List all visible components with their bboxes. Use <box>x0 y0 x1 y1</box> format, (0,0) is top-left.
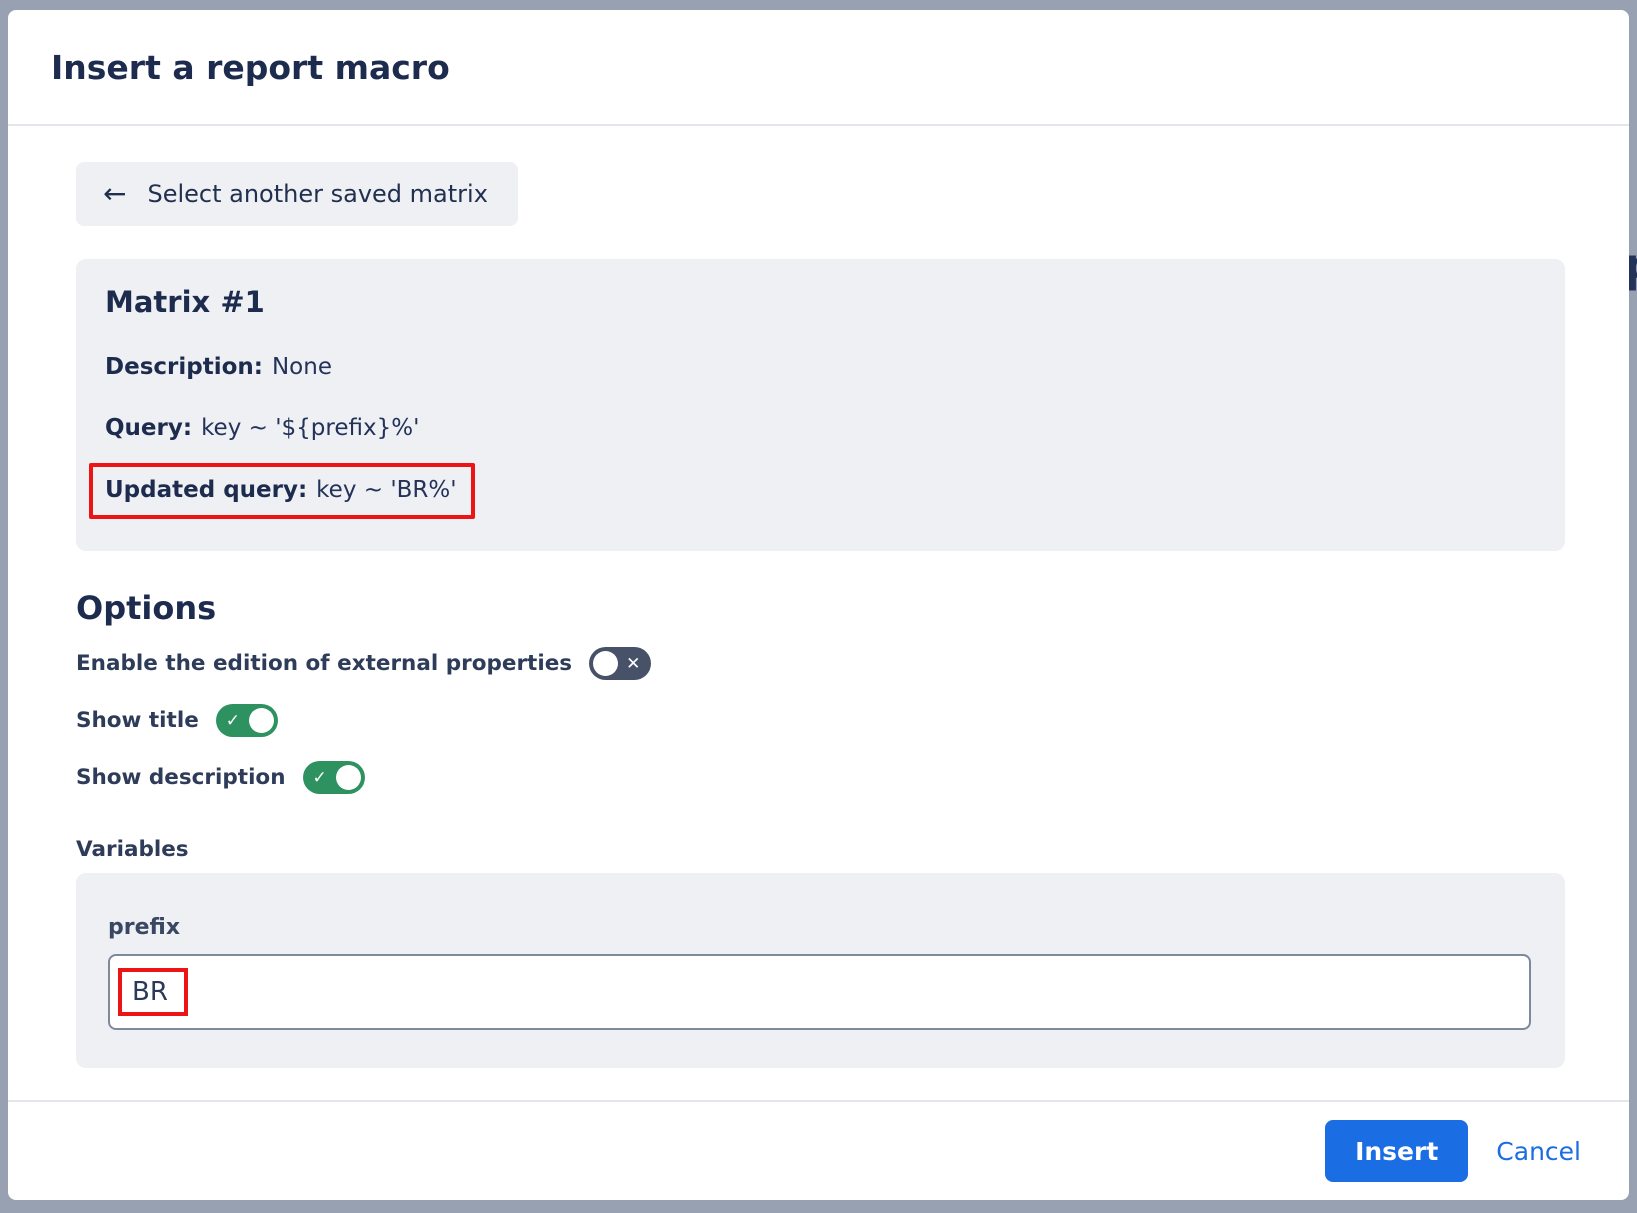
matrix-title: Matrix #1 <box>105 283 1535 321</box>
screen-overlay-background: p Insert a report macro ← Select another… <box>0 0 1637 1213</box>
toggle-knob <box>336 765 361 790</box>
dialog-body: ← Select another saved matrix Matrix #1 … <box>8 126 1629 1100</box>
matrix-summary-card: Matrix #1 Description: None Query: key ~ '… <box>76 259 1565 551</box>
variables-heading: Variables <box>76 836 1565 863</box>
cancel-button[interactable]: Cancel <box>1496 1137 1581 1166</box>
variables-panel: prefix BR <box>76 873 1565 1068</box>
insert-button[interactable]: Insert <box>1325 1120 1468 1182</box>
updated-query-label: Updated query: <box>105 477 307 503</box>
external-properties-toggle-label: Enable the edition of external propertie… <box>76 651 572 676</box>
options-heading: Options <box>76 587 1565 629</box>
prefix-value-annotation-box: BR <box>118 968 188 1016</box>
matrix-description-row: Description: None <box>105 352 1535 382</box>
check-icon: ✓ <box>313 761 327 794</box>
prefix-input-value: BR <box>132 977 168 1007</box>
external-properties-toggle[interactable]: ✕ <box>589 647 651 680</box>
back-button-label: Select another saved matrix <box>147 180 487 208</box>
toggle-knob <box>249 708 274 733</box>
description-label: Description: <box>105 354 263 380</box>
dialog-header: Insert a report macro <box>8 10 1629 126</box>
dialog-footer: Insert Cancel <box>8 1100 1629 1200</box>
toggle-row-show-title: Show title ✓ <box>76 704 1565 737</box>
check-icon: ✓ <box>226 704 240 737</box>
prefix-field-label: prefix <box>108 915 1531 940</box>
show-title-toggle-label: Show title <box>76 708 199 733</box>
x-icon: ✕ <box>626 647 640 680</box>
toggle-knob <box>593 651 618 676</box>
query-label: Query: <box>105 415 192 441</box>
select-another-saved-matrix-button[interactable]: ← Select another saved matrix <box>76 162 518 226</box>
insert-report-macro-dialog: Insert a report macro ← Select another s… <box>8 10 1629 1200</box>
toggle-row-external-properties: Enable the edition of external propertie… <box>76 647 1565 680</box>
updated-query-annotation-box: Updated query: key ~ 'BR%' <box>89 463 475 519</box>
show-title-toggle[interactable]: ✓ <box>216 704 278 737</box>
matrix-query-row: Query: key ~ '${prefix}%' <box>105 413 1535 443</box>
dialog-title: Insert a report macro <box>51 48 450 87</box>
matrix-updated-query-row: Updated query: key ~ 'BR%' <box>105 463 1535 519</box>
show-description-toggle-label: Show description <box>76 765 286 790</box>
query-value: key ~ '${prefix}%' <box>201 415 419 441</box>
show-description-toggle[interactable]: ✓ <box>303 761 365 794</box>
updated-query-value: key ~ 'BR%' <box>316 477 456 503</box>
toggle-row-show-description: Show description ✓ <box>76 761 1565 794</box>
arrow-left-icon: ← <box>103 180 126 208</box>
description-value: None <box>272 354 332 380</box>
prefix-input[interactable]: BR <box>108 954 1531 1030</box>
